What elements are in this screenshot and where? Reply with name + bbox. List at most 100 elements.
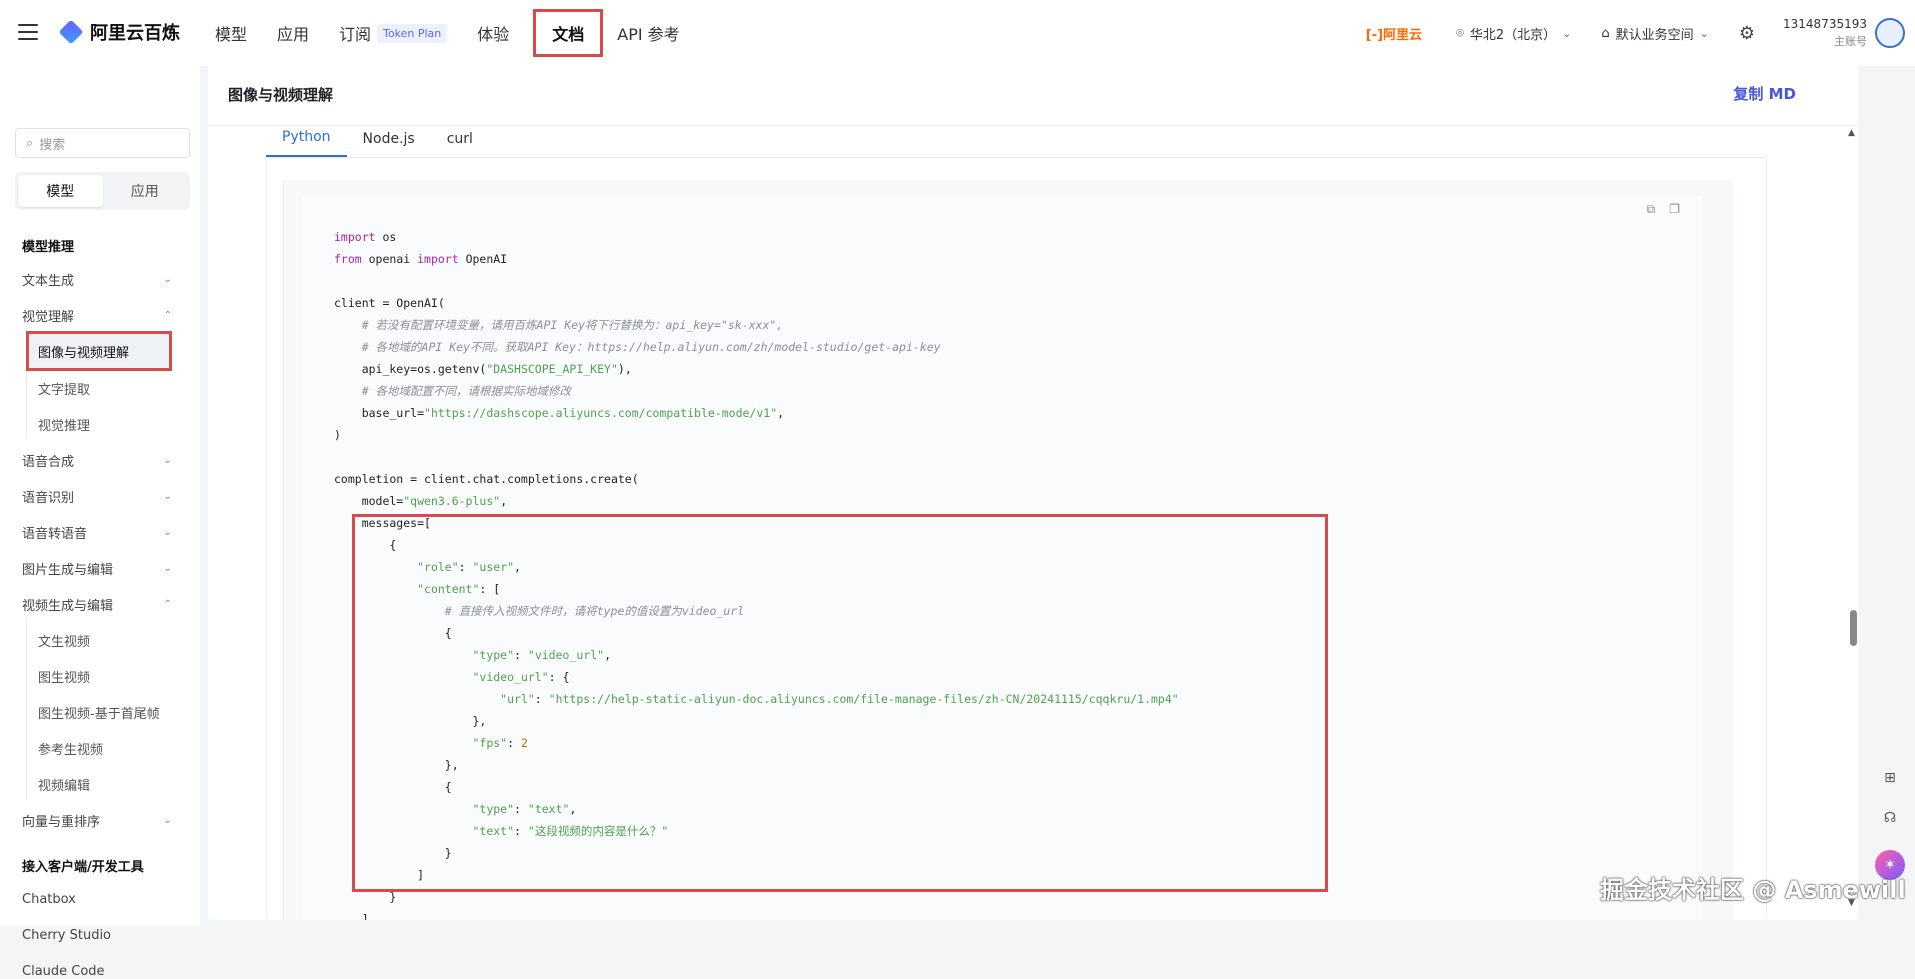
- tab-curl[interactable]: curl: [431, 131, 489, 157]
- code-token: # 各地域配置不同，请根据实际地域修改: [361, 384, 572, 398]
- search-icon: ⌕: [26, 135, 34, 151]
- code-token: import: [417, 252, 459, 266]
- nav-item-api-reference[interactable]: API 参考: [617, 21, 679, 45]
- sidebar-item-visual-reasoning[interactable]: 视觉推理: [38, 415, 90, 434]
- code-token: messages=[: [334, 516, 431, 530]
- sidebar-item-asr[interactable]: 语音识别 ⌄: [22, 487, 172, 506]
- python-code: import os from openai import OpenAI clien…: [334, 226, 1179, 920]
- region-label: 华北2（北京）: [1469, 27, 1557, 43]
- code-token: "video_url": [527, 648, 605, 662]
- sidebar-item-label: 向量与重排序: [22, 815, 101, 830]
- code-token: ,: [569, 802, 577, 816]
- code-block: ⧉ ❐ import os from openai import OpenAI c…: [302, 196, 1702, 920]
- sidebar-segmented-control: 模型 应用: [15, 172, 190, 210]
- avatar[interactable]: [1875, 18, 1905, 48]
- code-token: },: [334, 758, 459, 772]
- cart-icon[interactable]: ⊞: [1878, 770, 1902, 794]
- copy-md-button[interactable]: 复制 MD: [1733, 83, 1796, 104]
- region-selector[interactable]: ⌾ 华北2（北京） ⌄: [1456, 24, 1571, 43]
- sidebar-item-text-extraction[interactable]: 文字提取: [38, 379, 90, 398]
- code-line: {: [334, 776, 1179, 798]
- code-token: "user": [472, 560, 515, 574]
- sidebar-item-image-generation[interactable]: 图片生成与编辑 ⌄: [22, 559, 172, 578]
- sidebar-item-image-to-video-frames[interactable]: 图生视频-基于首尾帧: [38, 703, 160, 722]
- copy-icon[interactable]: ❐: [1669, 202, 1680, 217]
- search-input[interactable]: ⌕ 搜索: [15, 128, 190, 158]
- sidebar-item-video-generation[interactable]: 视频生成与编辑 ⌃: [22, 595, 172, 614]
- code-line: }: [334, 842, 1179, 864]
- code-token: OpenAI: [458, 252, 508, 266]
- sidebar-item-label: Chatbox: [22, 892, 76, 907]
- code-block-container: ⧉ ❐ import os from openai import OpenAI c…: [283, 180, 1733, 920]
- sidebar-item-speech-to-speech[interactable]: 语音转语音 ⌄: [22, 523, 172, 542]
- sidebar-item-label: 语音识别: [22, 491, 75, 506]
- code-token: ,: [500, 494, 508, 508]
- account-info[interactable]: 13148735193 主账号: [1783, 17, 1867, 49]
- sidebar-item-image-video-understanding[interactable]: 图像与视频理解: [26, 331, 172, 371]
- code-token: {: [334, 780, 452, 794]
- sidebar-item-text-to-video[interactable]: 文生视频: [38, 631, 90, 650]
- app-logo[interactable]: 阿里云百炼: [58, 19, 180, 45]
- code-token: : [: [479, 582, 501, 596]
- gear-icon[interactable]: ⚙: [1739, 23, 1755, 44]
- scrollbar[interactable]: ▲ ▼: [1848, 128, 1858, 908]
- wrap-toggle-icon[interactable]: ⧉: [1647, 202, 1656, 217]
- nav-item-models[interactable]: 模型: [215, 21, 247, 45]
- code-token: "DASHSCOPE_API_KEY": [486, 362, 618, 376]
- segment-models[interactable]: 模型: [18, 175, 103, 207]
- search-placeholder: 搜索: [39, 137, 66, 153]
- aliyun-brand-link[interactable]: [-]阿里云: [1366, 24, 1422, 43]
- sidebar-item-cherry-studio[interactable]: Cherry Studio: [22, 928, 172, 943]
- headset-icon[interactable]: ☊: [1878, 810, 1902, 834]
- code-line: "text": "这段视频的内容是什么？": [334, 820, 1179, 842]
- nav-item-docs[interactable]: 文档: [533, 9, 604, 57]
- sidebar-item-chatbox[interactable]: Chatbox: [22, 892, 172, 907]
- nav-item-subscription[interactable]: 订阅 Token Plan: [339, 21, 448, 45]
- code-line: "video_url": {: [334, 666, 1179, 688]
- sidebar-item-claude-code[interactable]: Claude Code: [22, 964, 172, 979]
- segment-apps[interactable]: 应用: [103, 175, 188, 207]
- tab-nodejs[interactable]: Node.js: [347, 131, 431, 157]
- tab-python[interactable]: Python: [266, 129, 347, 157]
- sidebar-item-video-edit[interactable]: 视频编辑: [38, 775, 90, 794]
- sidebar-item-label: 视频生成与编辑: [22, 599, 114, 614]
- top-right-actions: [-]阿里云 ⌾ 华北2（北京） ⌄ ⌂ 默认业务空间 ⌄ ⚙ 13148735…: [1366, 0, 1915, 66]
- code-token: "video_url": [472, 670, 549, 684]
- code-token: {: [334, 626, 452, 640]
- sidebar-item-reference-to-video[interactable]: 参考生视频: [38, 739, 103, 758]
- code-token: # 若没有配置环境变量，请用百炼API Key将下行替换为：api_key="s…: [361, 318, 784, 332]
- nav-item-experience[interactable]: 体验: [477, 21, 509, 45]
- sidebar-item-vision[interactable]: 视觉理解 ⌃: [22, 306, 172, 325]
- doc-header: 图像与视频理解 复制 MD: [208, 62, 1858, 126]
- code-token: ]: [334, 912, 369, 920]
- menu-icon[interactable]: [18, 24, 38, 40]
- code-line: # 直接传入视频文件时，请将type的值设置为video_url: [334, 600, 1179, 622]
- chevron-down-icon: ⌄: [163, 455, 172, 466]
- code-token: 2: [520, 736, 528, 750]
- sidebar-item-image-to-video[interactable]: 图生视频: [38, 667, 90, 686]
- sidebar-item-label: Cherry Studio: [22, 928, 112, 943]
- sidebar-item-embedding-rerank[interactable]: 向量与重排序 ⌄: [22, 811, 172, 830]
- code-token: base_url=: [334, 406, 425, 420]
- scroll-thumb[interactable]: [1850, 610, 1857, 646]
- nav-item-apps[interactable]: 应用: [277, 21, 309, 45]
- scroll-up-icon[interactable]: ▲: [1848, 128, 1855, 138]
- code-token: openai: [361, 252, 418, 266]
- sidebar-item-text-generation[interactable]: 文本生成 ⌄: [22, 270, 172, 289]
- code-line: completion = client.chat.completions.cre…: [334, 468, 1179, 490]
- sidebar-item-tts[interactable]: 语音合成 ⌄: [22, 451, 172, 470]
- sidebar-item-label: 图片生成与编辑: [22, 563, 114, 578]
- code-actions: ⧉ ❐: [1647, 202, 1680, 217]
- code-line: # 若没有配置环境变量，请用百炼API Key将下行替换为：api_key="s…: [334, 314, 1179, 336]
- location-icon: ⌾: [1456, 25, 1464, 41]
- workspace-selector[interactable]: ⌂ 默认业务空间 ⌄: [1601, 24, 1709, 43]
- code-token: "role": [417, 560, 459, 574]
- submenu-guide-line: [26, 618, 27, 800]
